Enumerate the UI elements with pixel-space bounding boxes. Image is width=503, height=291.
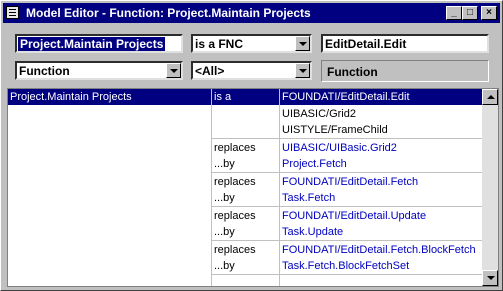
grid-cell[interactable]: replaces xyxy=(214,244,256,256)
type-select-value: Function xyxy=(19,64,70,78)
relation-select-value: is a FNC xyxy=(195,37,244,51)
grid-cell[interactable]: FOUNDATI/EditDetail.Fetch xyxy=(282,176,418,188)
grid-cell[interactable]: replaces xyxy=(214,176,256,188)
target-field[interactable]: EditDetail.Edit xyxy=(321,34,489,53)
dropdown-arrow-icon[interactable] xyxy=(295,63,310,78)
grid-cell[interactable]: Project.Maintain Projects xyxy=(10,91,132,103)
scroll-up-icon[interactable] xyxy=(482,89,498,105)
row-divider xyxy=(211,206,482,207)
object-field[interactable]: Project.Maintain Projects xyxy=(15,34,183,53)
maximize-icon[interactable]: □ xyxy=(462,6,478,20)
row-divider xyxy=(211,172,482,173)
row-divider xyxy=(211,138,482,139)
grid-cell[interactable]: ...by xyxy=(214,260,235,272)
grid-cell[interactable]: UIBASIC/Grid2 xyxy=(282,108,356,120)
grid-cell[interactable]: Task.Fetch.BlockFetchSet xyxy=(282,260,409,272)
type-select[interactable]: Function xyxy=(15,61,183,80)
grid-cell[interactable]: UIBASIC/UIBasic.Grid2 xyxy=(282,142,397,154)
window-menu-icon[interactable] xyxy=(6,6,19,19)
row-divider xyxy=(211,274,482,275)
grid-cell[interactable]: Project.Fetch xyxy=(282,158,347,170)
grid-cell[interactable]: Task.Update xyxy=(282,226,343,238)
grid-cell[interactable]: is a xyxy=(214,91,231,103)
grid-cell[interactable]: ...by xyxy=(214,226,235,238)
close-icon[interactable]: × xyxy=(481,6,497,20)
object-field-value: Project.Maintain Projects xyxy=(18,37,166,51)
target-field-value: EditDetail.Edit xyxy=(325,37,407,51)
window-title: Model Editor - Function: Project.Maintai… xyxy=(26,6,311,20)
title-bar[interactable]: Model Editor - Function: Project.Maintai… xyxy=(3,3,500,23)
dropdown-arrow-icon[interactable] xyxy=(295,36,310,51)
relation-select[interactable]: is a FNC xyxy=(191,34,312,53)
grid-cell[interactable]: FOUNDATI/EditDetail.Update xyxy=(282,210,426,222)
grid-cell[interactable]: replaces xyxy=(214,210,256,222)
grid-cell[interactable]: FOUNDATI/EditDetail.Fetch.BlockFetch xyxy=(282,244,476,256)
row-divider xyxy=(211,240,482,241)
vertical-scrollbar[interactable] xyxy=(482,89,498,286)
grid-cell[interactable]: UISTYLE/FrameChild xyxy=(282,124,388,136)
model-editor-window: Model Editor - Function: Project.Maintai… xyxy=(0,0,503,291)
scroll-down-icon[interactable] xyxy=(482,270,498,286)
model-grid[interactable]: Project.Maintain Projects is a FOUNDATI/… xyxy=(7,88,499,287)
type-label: Function xyxy=(327,65,378,79)
grid-cell[interactable]: FOUNDATI/EditDetail.Edit xyxy=(282,91,410,103)
column-divider xyxy=(211,89,212,286)
grid-cell[interactable]: ...by xyxy=(214,158,235,170)
object-column xyxy=(8,89,212,286)
dropdown-arrow-icon[interactable] xyxy=(166,63,181,78)
grid-cell[interactable]: ...by xyxy=(214,192,235,204)
grid-cell[interactable]: Task.Fetch xyxy=(282,192,335,204)
filter-select-value: <All> xyxy=(195,64,225,78)
grid-cell[interactable]: replaces xyxy=(214,142,256,154)
type-label-box: Function xyxy=(321,60,489,82)
filter-select[interactable]: <All> xyxy=(191,61,312,80)
minimize-icon[interactable]: _ xyxy=(446,6,462,20)
column-divider xyxy=(279,89,280,286)
